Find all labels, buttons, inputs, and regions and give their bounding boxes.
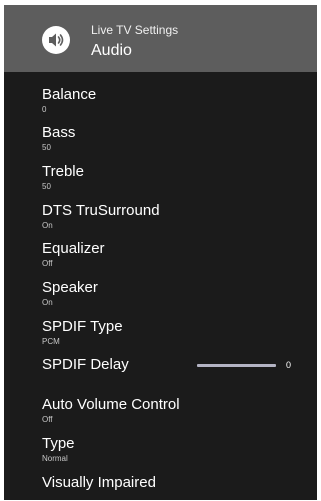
menu-item-label: Treble <box>42 163 84 180</box>
menu-item-speaker[interactable]: Speaker On <box>42 279 312 313</box>
menu-item-value: Off <box>42 415 53 424</box>
menu-item-treble[interactable]: Treble 50 <box>42 163 312 197</box>
menu-item-value: Off <box>42 259 53 268</box>
menu-item-label: SPDIF Delay <box>42 356 129 373</box>
menu-item-type[interactable]: Type Normal <box>42 435 312 469</box>
menu-item-value: 50 <box>42 143 51 152</box>
spdif-delay-slider[interactable] <box>197 364 276 367</box>
menu-item-spdif-type[interactable]: SPDIF Type PCM <box>42 318 312 352</box>
speaker-volume-icon <box>40 24 72 56</box>
menu-item-label: SPDIF Type <box>42 318 123 335</box>
menu-item-value: 50 <box>42 182 51 191</box>
menu-item-value: Normal <box>42 454 68 463</box>
menu-item-value: On <box>42 221 53 230</box>
page-title: Audio <box>91 42 132 59</box>
menu-item-label: Bass <box>42 124 76 141</box>
menu-item-value: 0 <box>42 105 47 114</box>
menu-item-label: Visually Impaired <box>42 474 156 491</box>
panel-header: Live TV Settings Audio <box>4 5 317 72</box>
menu-item-equalizer[interactable]: Equalizer Off <box>42 240 312 274</box>
menu-item-dts-trusurround[interactable]: DTS TruSurround On <box>42 202 312 236</box>
menu-item-label: Equalizer <box>42 240 105 257</box>
slider-value: 0 <box>286 360 292 370</box>
menu-item-value: PCM <box>42 337 60 346</box>
header-subtitle: Live TV Settings <box>91 23 179 37</box>
menu-item-label: Balance <box>42 86 97 103</box>
menu-item-label: Auto Volume Control <box>42 396 180 413</box>
audio-settings-panel: Live TV Settings Audio Balance 0 Bass 50… <box>4 5 317 500</box>
menu-item-label: Type <box>42 435 75 452</box>
menu-item-spdif-delay[interactable]: SPDIF Delay 0 <box>42 356 312 390</box>
menu-item-bass[interactable]: Bass 50 <box>42 124 312 158</box>
menu-item-label: Speaker <box>42 279 98 296</box>
menu-item-value: On <box>42 298 53 307</box>
menu-item-auto-volume-control[interactable]: Auto Volume Control Off <box>42 396 312 430</box>
menu-item-visually-impaired[interactable]: Visually Impaired <box>42 474 312 500</box>
menu-item-balance[interactable]: Balance 0 <box>42 86 312 120</box>
menu-item-label: DTS TruSurround <box>42 202 160 219</box>
